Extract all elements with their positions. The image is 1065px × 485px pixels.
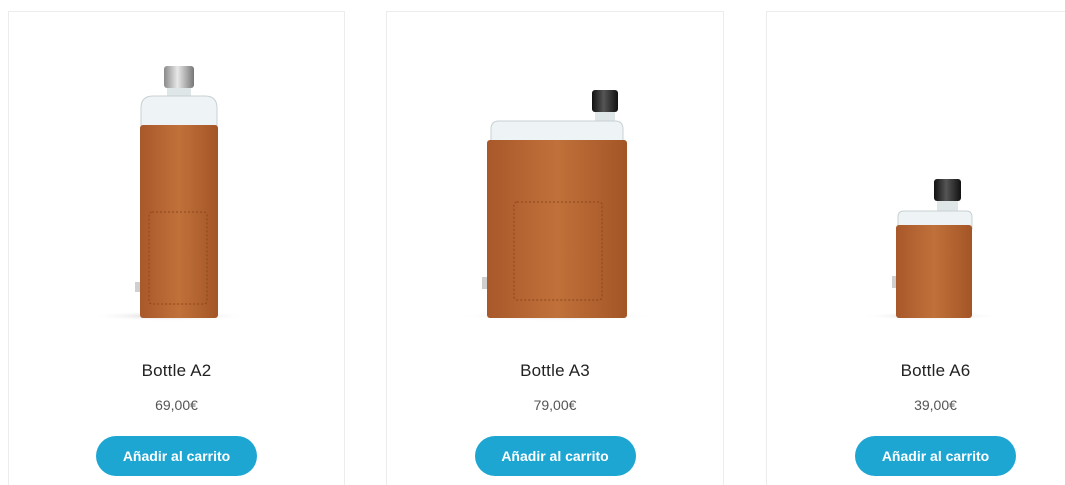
product-image[interactable] [9, 12, 344, 342]
button-row: Añadir al carrito [767, 436, 1065, 476]
product-card[interactable]: Bottle A3 79,00€ Añadir al carrito [386, 11, 724, 485]
product-grid: Bottle A2 69,00€ Añadir al carrito Bottl… [0, 0, 1065, 485]
product-title[interactable]: Bottle A6 [767, 361, 1065, 381]
product-title[interactable]: Bottle A2 [9, 361, 344, 381]
product-card[interactable]: Bottle A2 69,00€ Añadir al carrito [8, 11, 345, 485]
add-to-cart-button[interactable]: Añadir al carrito [474, 436, 636, 476]
product-title[interactable]: Bottle A3 [387, 361, 723, 381]
button-row: Añadir al carrito [9, 436, 344, 476]
product-price: 79,00€ [533, 397, 577, 413]
add-to-cart-button[interactable]: Añadir al carrito [855, 436, 1016, 476]
product-price: 39,00€ [914, 397, 957, 413]
product-card[interactable]: Bottle A6 39,00€ Añadir al carrito [766, 11, 1065, 485]
product-image[interactable] [767, 12, 1065, 342]
add-to-cart-button[interactable]: Añadir al carrito [96, 436, 257, 476]
button-row: Añadir al carrito [387, 436, 723, 476]
product-price: 69,00€ [155, 397, 198, 413]
product-image[interactable] [387, 12, 723, 342]
